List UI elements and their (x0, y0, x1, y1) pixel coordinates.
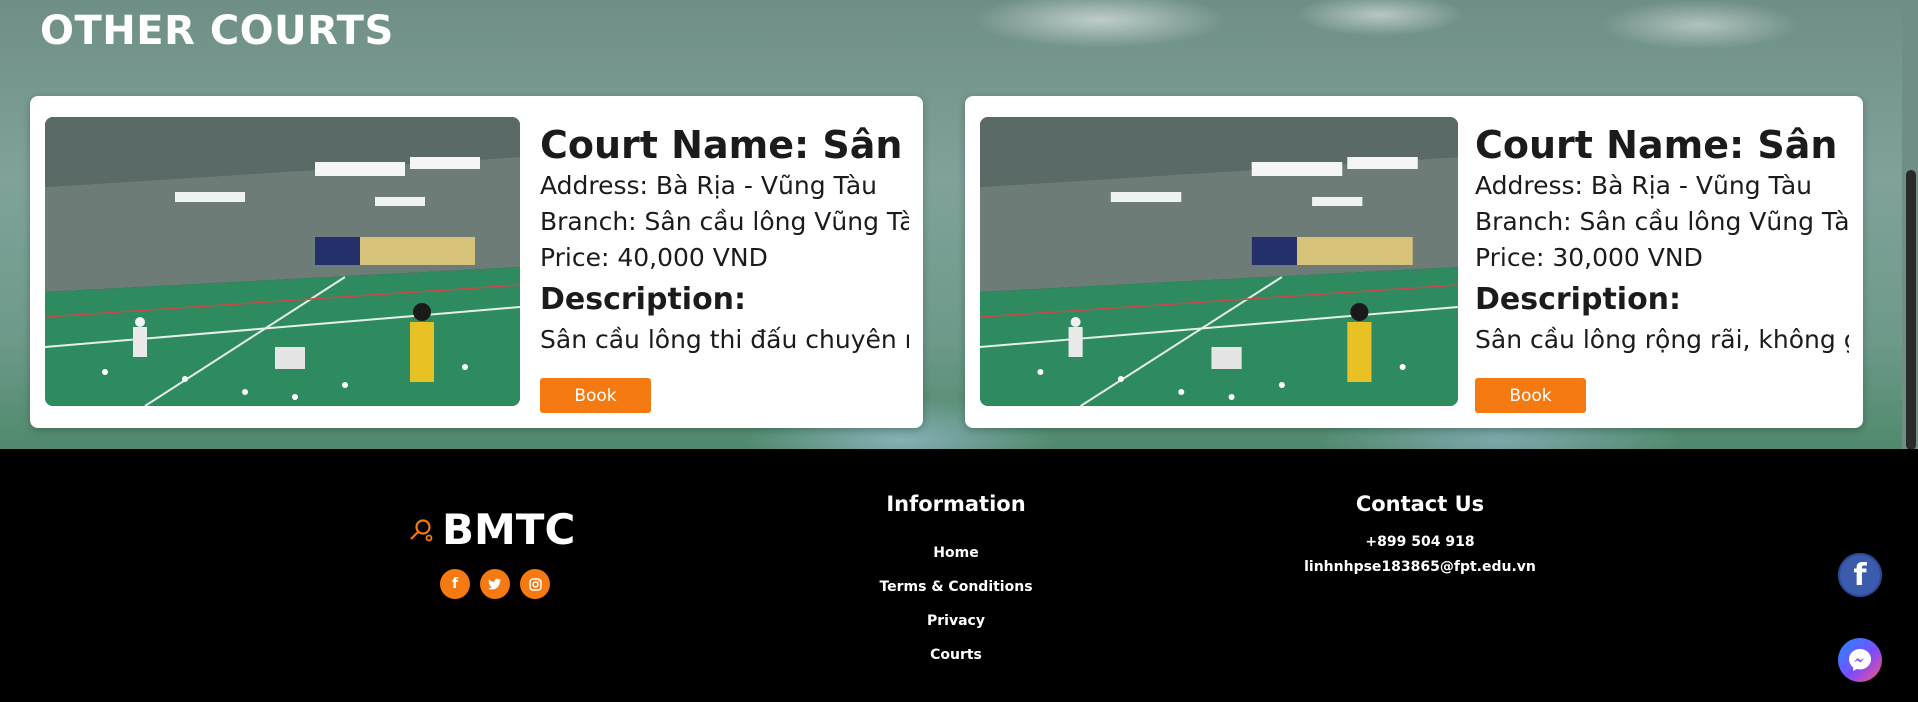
footer-link-courts[interactable]: Courts (856, 638, 1056, 672)
contact-heading: Contact Us (1355, 492, 1485, 516)
court-name: Court Name: Sân cầu (1475, 123, 1849, 167)
footer-link-terms[interactable]: Terms & Conditions (856, 570, 1056, 604)
description-heading: Description: (540, 282, 747, 317)
facebook-float-icon[interactable]: f (1838, 553, 1882, 597)
information-column: Information Home Terms & Conditions Priv… (856, 492, 1056, 672)
badminton-logo-icon (410, 518, 433, 541)
court-address: Address: Bà Rịa - Vũng Tàu (1475, 171, 1813, 200)
court-name: Court Name: Sân cầ (540, 123, 909, 167)
messenger-float-icon[interactable] (1838, 638, 1882, 682)
instagram-icon[interactable] (520, 569, 550, 599)
contact-phone: +899 504 918 (1365, 534, 1475, 550)
twitter-icon[interactable] (480, 569, 510, 599)
court-branch: Branch: Sân cầu lông Vũng Tàu (1475, 207, 1849, 236)
footer: BMTC f Information Home Terms & Conditio… (0, 449, 1918, 702)
social-links: f (440, 569, 550, 599)
court-image (980, 117, 1458, 406)
book-button[interactable]: Book (540, 378, 651, 413)
court-branch: Branch: Sân cầu lông Vũng Tàu (540, 207, 909, 236)
description-heading: Description: (1475, 282, 1682, 317)
contact-email: linhnhpse183865@fpt.edu.vn (1304, 559, 1536, 575)
footer-link-home[interactable]: Home (856, 536, 1056, 570)
contact-column: Contact Us +899 504 918 linhnhpse183865@… (1300, 492, 1540, 580)
information-heading: Information (886, 492, 1026, 516)
court-price: Price: 40,000 VND (540, 243, 768, 272)
court-address: Address: Bà Rịa - Vũng Tàu (540, 171, 878, 200)
brand-name: BMTC (442, 505, 576, 554)
court-card: Court Name: Sân cầ Address: Bà Rịa - Vũn… (30, 96, 923, 428)
court-image (45, 117, 520, 406)
footer-link-privacy[interactable]: Privacy (856, 604, 1056, 638)
scrollbar-thumb[interactable] (1906, 170, 1916, 449)
court-description: Sân cầu lông thi đấu chuyên ng (540, 325, 909, 354)
section-title: OTHER COURTS (40, 8, 394, 54)
brand[interactable]: BMTC (408, 505, 575, 554)
court-price: Price: 30,000 VND (1475, 243, 1703, 272)
facebook-icon[interactable]: f (440, 569, 470, 599)
book-button[interactable]: Book (1475, 378, 1586, 413)
scrollbar-track[interactable] (1902, 0, 1918, 449)
other-courts-section: OTHER COURTS Court Name: Sân Address: Bà… (0, 0, 1918, 449)
court-description: Sân cầu lông rộng rãi, không gi (1475, 325, 1849, 354)
court-card: Court Name: Sân cầu Address: Bà Rịa - Vũ… (965, 96, 1863, 428)
